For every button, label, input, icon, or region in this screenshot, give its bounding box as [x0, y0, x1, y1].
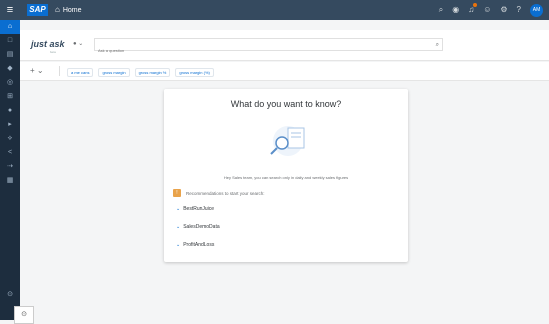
recommendations-heading: ! Recommendations to start your search:: [173, 189, 265, 197]
chevron-down-icon: ⌄: [78, 41, 84, 47]
shell-bar: ≡ SAP ⌂ Home ⌕ ◉ ♫ ☺ ⚙ ? AM: [0, 0, 549, 20]
nav-analytics-designer-icon[interactable]: ◎: [0, 76, 20, 90]
avatar[interactable]: AM: [530, 3, 543, 17]
expand-nav-icon[interactable]: ⊙: [14, 306, 34, 324]
plus-icon: +: [30, 66, 35, 75]
suggestion-profitandloss[interactable]: ⌄ ProfitAndLoss: [176, 242, 214, 248]
chevron-down-icon: ⌄: [176, 242, 181, 248]
nav-transport-icon[interactable]: ⇢: [0, 160, 20, 174]
suggestion-chips-bar: + ⌄ a me cans gross margin gross margin …: [20, 62, 549, 81]
scope-dropdown[interactable]: ● ⌄: [73, 40, 83, 47]
question-input[interactable]: [95, 45, 398, 56]
shell-actions: ⌕ ◉ ♫ ☺ ⚙ ? AM: [439, 0, 543, 20]
nav-share-icon[interactable]: <: [0, 146, 20, 160]
chip[interactable]: gross margin %: [134, 68, 171, 77]
hint-text: Hey Sales team, you can search only in d…: [223, 175, 349, 180]
panel-title: What do you want to know?: [230, 99, 342, 109]
chevron-down-icon: ⌄: [36, 66, 44, 75]
assistant-icon[interactable]: ◉: [452, 0, 459, 20]
lightbulb-icon: !: [173, 189, 181, 197]
suggestion-label: BestRunJuice: [183, 206, 215, 212]
welcome-panel: What do you want to know? Hey Sales team…: [164, 89, 408, 262]
settings-icon[interactable]: ⚙: [500, 0, 507, 20]
side-navigation: ⌂ □ ▤ ◆ ◎ ⊞ ● ▸ ⟡ < ⇢ ▦ ⊙: [0, 20, 20, 320]
nav-plan-icon[interactable]: ▸: [0, 118, 20, 132]
chevron-down-icon: ⌄: [176, 206, 181, 212]
nav-data-analyzer-icon[interactable]: ●: [0, 104, 20, 118]
chevron-down-icon: ⌄: [176, 224, 181, 230]
question-input-box[interactable]: ⌕: [94, 38, 443, 56]
search-icon[interactable]: ⌕: [436, 39, 439, 51]
notification-badge: [473, 3, 478, 7]
recommendations-label: Recommendations to start your search:: [186, 190, 265, 196]
menu-icon[interactable]: ≡: [0, 0, 20, 20]
home-label: Home: [62, 7, 82, 14]
chip[interactable]: gross margin: [98, 68, 130, 77]
notifications-icon[interactable]: ♫: [468, 0, 478, 20]
globe-icon: ●: [73, 41, 77, 47]
chip-row: a me cans gross margin gross margin % gr…: [67, 68, 214, 77]
just-ask-sub: beta: [50, 50, 56, 54]
nav-system-icon[interactable]: ⊙: [0, 288, 20, 302]
sap-logo[interactable]: SAP: [27, 4, 48, 16]
search-illustration-icon: [270, 126, 305, 156]
suggestion-label: SalesDemoData: [183, 224, 220, 230]
nav-stories-icon[interactable]: ▤: [0, 48, 20, 62]
suggestion-label: ProfitAndLoss: [183, 242, 215, 248]
search-icon[interactable]: ⌕: [439, 0, 443, 20]
add-filter-button[interactable]: + ⌄: [30, 66, 44, 75]
just-ask-logo: just ask: [31, 39, 65, 49]
chip[interactable]: gross margin (%): [175, 68, 214, 77]
feedback-icon[interactable]: ☺: [483, 0, 491, 20]
home-icon: ⌂: [55, 5, 60, 14]
nav-modeler-icon[interactable]: ⊞: [0, 90, 20, 104]
nav-catalog-icon[interactable]: ▦: [0, 174, 20, 188]
nav-connections-icon[interactable]: ⟡: [0, 132, 20, 146]
suggestion-bestrunjuice[interactable]: ⌄ BestRunJuice: [176, 206, 214, 212]
just-ask-bar: just ask beta ● ⌄ ⌕: [20, 30, 549, 61]
chip[interactable]: a me cans: [67, 68, 94, 77]
home-link[interactable]: ⌂ Home: [55, 0, 82, 20]
nav-analytic-icon[interactable]: ◆: [0, 62, 20, 76]
suggestion-salesdemodata[interactable]: ⌄ SalesDemoData: [176, 224, 220, 230]
nav-files-icon[interactable]: □: [0, 34, 20, 48]
divider: [59, 66, 60, 76]
help-icon[interactable]: ?: [517, 0, 521, 20]
nav-home-icon[interactable]: ⌂: [0, 20, 20, 34]
